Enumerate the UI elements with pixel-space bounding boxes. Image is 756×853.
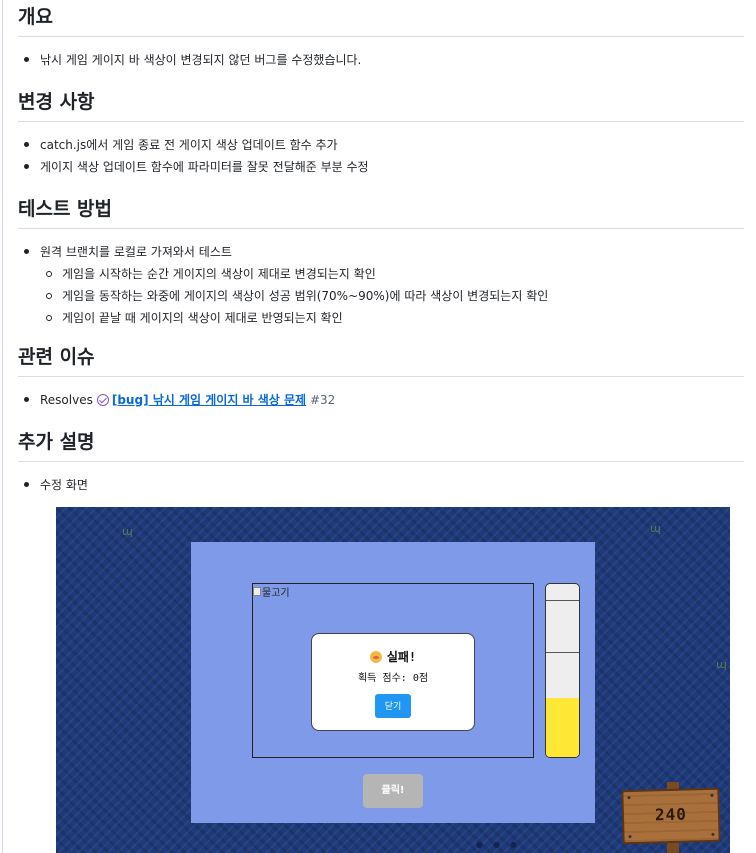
fish-alt-text: 물고기 xyxy=(262,588,290,599)
section-test: 테스트 방법 원격 브랜치를 로컬로 가져와서 테스트 게임을 시작하는 순간 … xyxy=(18,196,744,329)
sign-value: 240 xyxy=(654,804,688,825)
sub-list-item: 게임을 시작하는 순간 게이지의 색상이 제대로 변경되는지 확인 xyxy=(18,263,744,285)
issue-closed-icon xyxy=(96,394,109,406)
left-border xyxy=(2,0,3,853)
seaweed-icon: ɰ xyxy=(122,525,133,538)
section-extra: 추가 설명 수정 화면 xyxy=(18,429,744,496)
gauge-fill xyxy=(546,698,579,757)
seaweed-icon: ɰ xyxy=(716,658,727,671)
list-item: 게이지 색상 업데이트 함수에 파라미터를 잘못 전달해준 부분 수정 xyxy=(18,156,744,178)
modal-title: 실패! xyxy=(312,648,474,665)
heading-test: 테스트 방법 xyxy=(18,196,744,229)
click-button[interactable]: 클릭! xyxy=(363,774,423,808)
modal-score: 획득 점수: 0점 xyxy=(357,673,429,684)
nail-icon xyxy=(627,796,631,800)
heading-related: 관련 이슈 xyxy=(18,344,744,377)
list-item: Resolves [bug] 낚시 게임 게이지 바 색상 문제 #32 xyxy=(18,389,744,411)
nail-icon xyxy=(628,835,632,839)
nail-icon xyxy=(710,793,714,797)
test-list: 원격 브랜치를 로컬로 가져와서 테스트 게임을 시작하는 순간 게이지의 색상… xyxy=(18,241,744,329)
related-list: Resolves [bug] 낚시 게임 게이지 바 색상 문제 #32 xyxy=(18,389,744,411)
gauge-tick xyxy=(546,652,579,653)
broken-image-icon xyxy=(253,587,261,596)
heading-changes: 변경 사항 xyxy=(18,89,744,122)
close-button[interactable]: 닫기 xyxy=(374,694,412,718)
sad-face-icon xyxy=(369,651,382,663)
section-changes: 변경 사항 catch.js에서 게임 종료 전 게이지 색상 업데이트 함수 … xyxy=(18,89,744,178)
game-screenshot: ɰ ɰ ɰ 물고기 실패! 획득 점수: 0점 닫기 클릭! 240 ●●● xyxy=(56,507,730,853)
heading-overview: 개요 xyxy=(18,4,744,37)
section-overview: 개요 낚시 게임 게이지 바 색상이 변경되지 않던 버그를 수정했습니다. xyxy=(18,4,744,71)
overview-list: 낚시 게임 게이지 바 색상이 변경되지 않던 버그를 수정했습니다. xyxy=(18,49,744,71)
list-item: 낚시 게임 게이지 바 색상이 변경되지 않던 버그를 수정했습니다. xyxy=(18,49,744,71)
list-item: 원격 브랜치를 로컬로 가져와서 테스트 xyxy=(18,241,744,263)
heading-extra: 추가 설명 xyxy=(18,429,744,462)
sub-list-item: 게임이 끝날 때 게이지의 색상이 제대로 반영되는지 확인 xyxy=(18,307,744,329)
issue-number[interactable]: #32 xyxy=(310,393,335,407)
issue-link[interactable]: [bug] 낚시 게임 게이지 바 색상 문제 xyxy=(112,393,306,407)
nail-icon xyxy=(711,832,715,836)
resolves-label: Resolves xyxy=(40,393,93,407)
game-panel: 물고기 실패! 획득 점수: 0점 닫기 클릭! xyxy=(191,542,595,823)
extra-list: 수정 화면 xyxy=(18,474,744,496)
modal-title-text: 실패! xyxy=(386,650,417,664)
sub-list-item: 게임을 동작하는 와중에 게이지의 색상이 성공 범위(70%~90%)에 따라… xyxy=(18,285,744,307)
seaweed-icon: ɰ xyxy=(650,522,661,535)
list-item: catch.js에서 게임 종료 전 게이지 색상 업데이트 함수 추가 xyxy=(18,134,744,156)
section-related: 관련 이슈 Resolves [bug] 낚시 게임 게이지 바 색상 문제 #3… xyxy=(18,344,744,411)
list-item: 수정 화면 xyxy=(18,474,744,496)
result-modal: 실패! 획득 점수: 0점 닫기 xyxy=(311,633,475,731)
gauge-tick xyxy=(546,600,579,601)
fish-image: 물고기 xyxy=(253,584,290,599)
bubbles-icon: ●●● xyxy=(476,840,527,849)
gauge-bar xyxy=(545,583,580,758)
score-sign: 240 xyxy=(621,787,721,845)
changes-list: catch.js에서 게임 종료 전 게이지 색상 업데이트 함수 추가 게이지… xyxy=(18,134,744,178)
